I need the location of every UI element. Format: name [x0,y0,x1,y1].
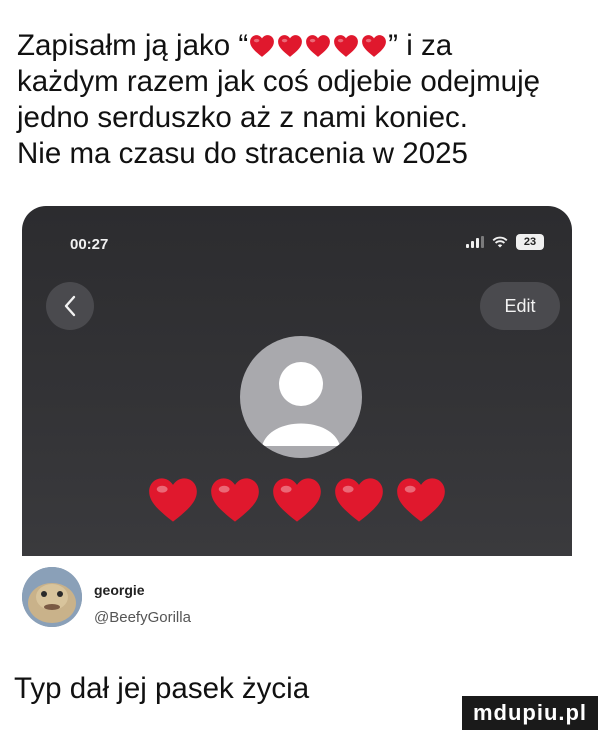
heart-icon [211,478,259,522]
caption-line-3: jedno serduszko aż z nami koniec. [17,101,468,134]
signal-icon [466,236,484,248]
heart-icon [334,35,359,57]
caption-line-1-end: ” i za [388,29,453,62]
contact-name-hearts [22,474,572,526]
heart-icon [278,35,303,57]
heart-icon [273,478,321,522]
contact-avatar-icon [240,336,362,458]
back-button[interactable] [46,282,94,330]
avatar [22,567,82,627]
wifi-icon [492,236,508,248]
edit-button[interactable]: Edit [480,282,560,330]
heart-icon [362,35,387,57]
status-time: 00:27 [70,236,109,253]
heart-icon [149,478,197,522]
caption-line-1: Zapisałm ją jako “ ” i za [17,28,587,64]
caption-line-2: każdym razem jak coś odjebie odejmuję [17,65,541,98]
status-icons: 23 [466,234,544,250]
inline-hearts [248,29,388,62]
chevron-left-icon [64,295,76,317]
post-handle: @BeefyGorilla [94,609,191,626]
heart-icon [397,478,445,522]
watermark-logo: mdupiu.pl [462,696,598,730]
caption-text: Zapisałm ją jako “ ” i za każdym razem ja… [17,28,587,172]
footer-caption: Typ dał jej pasek życia [14,672,310,705]
battery-indicator: 23 [516,234,544,250]
heart-icon [250,35,275,57]
caption-line-1-start: Zapisałm ją jako “ [17,29,249,62]
heart-icon [335,478,383,522]
phone-screenshot: 00:27 23 Edit [22,206,572,556]
post-username: georgie [94,582,145,598]
heart-icon [306,35,331,57]
caption-line-4: Nie ma czasu do stracenia w 2025 [17,137,468,170]
